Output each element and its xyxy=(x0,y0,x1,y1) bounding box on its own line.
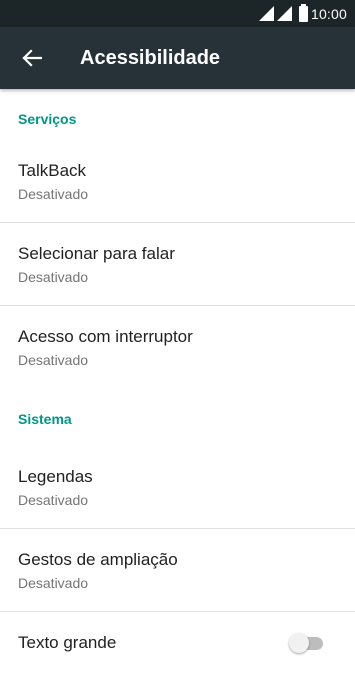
item-subtitle: Desativado xyxy=(18,574,89,591)
item-subtitle: Desativado xyxy=(18,185,89,202)
status-bar: 10:00 xyxy=(0,0,355,27)
settings-list: Serviços TalkBack Desativado Selecionar … xyxy=(0,89,355,674)
item-title: Selecionar para falar xyxy=(18,243,175,263)
signal-icon xyxy=(258,6,274,21)
app-bar: Acessibilidade xyxy=(0,27,355,89)
large-text-toggle[interactable] xyxy=(289,633,325,653)
list-item-captions[interactable]: Legendas Desativado xyxy=(0,446,355,529)
item-title: Legendas xyxy=(18,466,93,486)
list-item-switch-access[interactable]: Acesso com interruptor Desativado xyxy=(0,306,355,389)
toggle-thumb xyxy=(289,633,309,653)
list-item-select-to-speak[interactable]: Selecionar para falar Desativado xyxy=(0,223,355,306)
section-header-system: Sistema xyxy=(18,411,72,427)
page-title: Acessibilidade xyxy=(80,46,221,69)
item-subtitle: Desativado xyxy=(18,351,89,368)
section-header-services: Serviços xyxy=(18,111,77,127)
list-item-magnification-gestures[interactable]: Gestos de ampliação Desativado xyxy=(0,529,355,612)
list-item-talkback[interactable]: TalkBack Desativado xyxy=(0,140,355,223)
signal-icon xyxy=(276,6,292,21)
item-subtitle: Desativado xyxy=(18,268,89,285)
arrow-left-icon xyxy=(22,49,42,67)
back-button[interactable] xyxy=(0,27,64,89)
battery-icon xyxy=(298,3,308,22)
status-time: 10:00 xyxy=(310,5,347,22)
item-title: TalkBack xyxy=(18,160,87,180)
item-title: Acesso com interruptor xyxy=(18,326,193,346)
item-title: Gestos de ampliação xyxy=(18,549,178,569)
list-item-large-text[interactable]: Texto grande xyxy=(0,612,355,674)
item-subtitle: Desativado xyxy=(18,491,89,508)
